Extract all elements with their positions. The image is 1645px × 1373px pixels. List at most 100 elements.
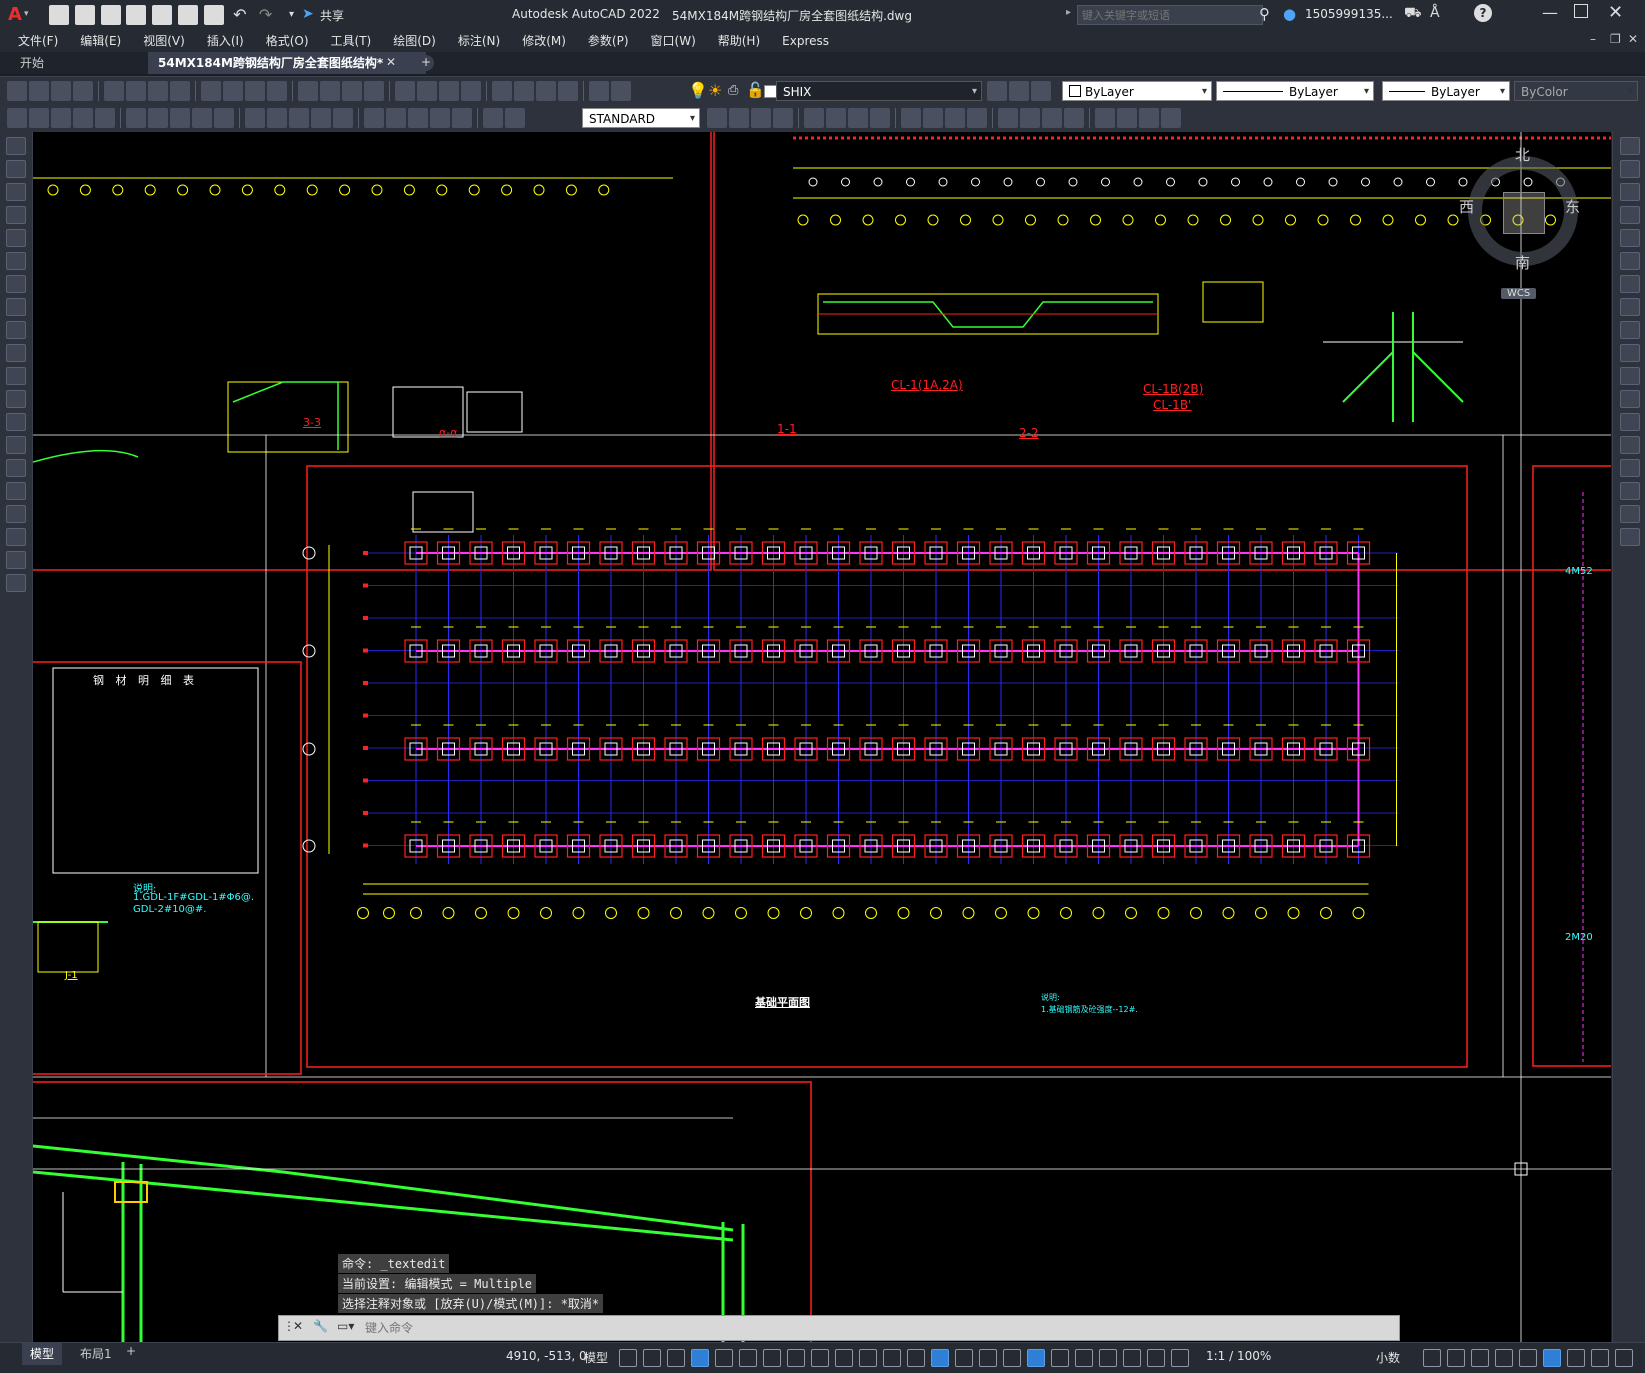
share-icon[interactable]: ➤	[302, 6, 314, 22]
menu-item[interactable]: 格式(O)	[255, 30, 320, 52]
standard-tool-icon[interactable]	[536, 81, 556, 101]
modify-tool-icon[interactable]	[1619, 390, 1640, 408]
draw-tool-icon[interactable]	[6, 459, 26, 477]
view-tool-icon[interactable]	[1064, 108, 1084, 128]
draw-tool-icon[interactable]	[6, 344, 26, 362]
units-display[interactable]: 小数	[1376, 1349, 1400, 1366]
standard-tool-icon[interactable]	[267, 81, 287, 101]
open-file-icon[interactable]	[74, 5, 95, 25]
view-tool-icon[interactable]	[967, 108, 987, 128]
share-button[interactable]: 共享	[320, 7, 344, 24]
view-tool-icon[interactable]	[826, 108, 846, 128]
modify-tool-icon[interactable]	[1619, 252, 1640, 270]
standard-tool-icon[interactable]	[73, 81, 93, 101]
status-toggle-icon[interactable]	[907, 1349, 925, 1367]
tab-close-icon[interactable]: ✕	[386, 55, 396, 69]
status-toggle-icon[interactable]	[979, 1349, 997, 1367]
help-icon[interactable]: ?	[1474, 4, 1492, 22]
layer-previous-icon[interactable]	[1031, 81, 1051, 101]
command-close-icon[interactable]: ✕	[293, 1319, 303, 1333]
standard-tool-icon[interactable]	[29, 81, 49, 101]
standard-tool-icon[interactable]	[589, 81, 609, 101]
redo-icon[interactable]: ↷	[256, 5, 276, 25]
standard-tool-icon[interactable]	[364, 81, 384, 101]
modify-tool-icon[interactable]	[1619, 413, 1640, 431]
status-toggle-icon[interactable]	[619, 1349, 637, 1367]
status-toggle-icon[interactable]	[1099, 1349, 1117, 1367]
standard-tool-icon[interactable]	[51, 81, 71, 101]
standard-tool-icon[interactable]	[7, 81, 27, 101]
customize-qat-icon[interactable]: ▾	[281, 5, 301, 25]
draw-tool-icon[interactable]	[6, 137, 26, 155]
menu-item[interactable]: 修改(M)	[511, 30, 577, 52]
view-tool-icon[interactable]	[870, 108, 890, 128]
layer-properties-icon[interactable]	[987, 81, 1007, 101]
layer-dropdown[interactable]: SHIX ▾	[776, 81, 982, 101]
modify-tool-icon[interactable]	[1619, 344, 1640, 362]
dimension-tool-icon[interactable]	[29, 108, 49, 128]
plot-icon[interactable]	[203, 5, 224, 25]
draw-tool-icon[interactable]	[6, 528, 26, 546]
view-tool-icon[interactable]	[998, 108, 1018, 128]
status-toggle-icon[interactable]	[835, 1349, 853, 1367]
view-tool-icon[interactable]	[729, 108, 749, 128]
modify-tool-icon[interactable]	[1619, 367, 1640, 385]
status-toggle-icon[interactable]	[811, 1349, 829, 1367]
menu-item[interactable]: 绘图(D)	[382, 30, 447, 52]
wcs-menu[interactable]: WCS	[1501, 288, 1537, 299]
status-toggle-icon[interactable]	[1519, 1349, 1537, 1367]
standard-tool-icon[interactable]	[201, 81, 221, 101]
modify-tool-icon[interactable]	[1619, 321, 1640, 339]
search-input[interactable]	[1077, 5, 1263, 25]
standard-tool-icon[interactable]	[148, 81, 168, 101]
standard-tool-icon[interactable]	[439, 81, 459, 101]
view-tool-icon[interactable]	[848, 108, 868, 128]
standard-tool-icon[interactable]	[320, 81, 340, 101]
dimension-tool-icon[interactable]	[7, 108, 27, 128]
standard-tool-icon[interactable]	[514, 81, 534, 101]
standard-tool-icon[interactable]	[417, 81, 437, 101]
dimension-tool-icon[interactable]	[192, 108, 212, 128]
viewcube-south[interactable]: 南	[1515, 252, 1530, 273]
standard-tool-icon[interactable]	[395, 81, 415, 101]
viewcube-top-face[interactable]	[1503, 192, 1545, 234]
model-space-toggle[interactable]: 模型	[584, 1349, 608, 1366]
new-file-icon[interactable]	[49, 5, 69, 25]
view-tool-icon[interactable]	[707, 108, 727, 128]
tab-start[interactable]: 开始	[10, 52, 150, 74]
plotstyle-dropdown[interactable]: ByColor ▾	[1514, 81, 1638, 101]
draw-tool-icon[interactable]	[6, 574, 26, 592]
status-toggle-icon[interactable]	[1471, 1349, 1489, 1367]
standard-tool-icon[interactable]	[298, 81, 318, 101]
menu-item[interactable]: 标注(N)	[447, 30, 511, 52]
draw-tool-icon[interactable]	[6, 229, 26, 247]
standard-tool-icon[interactable]	[170, 81, 190, 101]
status-toggle-icon[interactable]	[955, 1349, 973, 1367]
draw-tool-icon[interactable]	[6, 551, 26, 569]
standard-tool-icon[interactable]	[558, 81, 578, 101]
undo-icon[interactable]: ↶	[230, 5, 250, 25]
dimension-tool-icon[interactable]	[126, 108, 146, 128]
draw-tool-icon[interactable]	[6, 298, 26, 316]
layer-bulb-icon[interactable]: 💡	[688, 81, 708, 100]
view-tool-icon[interactable]	[1117, 108, 1137, 128]
status-toggle-icon[interactable]	[1447, 1349, 1465, 1367]
dimension-tool-icon[interactable]	[170, 108, 190, 128]
draw-tool-icon[interactable]	[6, 252, 26, 270]
modify-tool-icon[interactable]	[1619, 298, 1640, 316]
close-icon[interactable]: ✕	[1608, 2, 1623, 23]
standard-tool-icon[interactable]	[611, 81, 631, 101]
save-icon[interactable]	[100, 5, 121, 25]
view-tool-icon[interactable]	[751, 108, 771, 128]
maximize-icon[interactable]	[1574, 4, 1588, 18]
text-style-dropdown[interactable]: STANDARD ▾	[582, 108, 700, 128]
draw-tool-icon[interactable]	[6, 436, 26, 454]
user-name[interactable]: 1505999135...	[1305, 7, 1393, 21]
view-tool-icon[interactable]	[1042, 108, 1062, 128]
standard-tool-icon[interactable]	[492, 81, 512, 101]
command-prompt-icon[interactable]: ▭▾	[337, 1319, 354, 1333]
menu-item[interactable]: 帮助(H)	[707, 30, 771, 52]
menu-item[interactable]: 编辑(E)	[69, 30, 132, 52]
dimension-tool-icon[interactable]	[430, 108, 450, 128]
standard-tool-icon[interactable]	[342, 81, 362, 101]
